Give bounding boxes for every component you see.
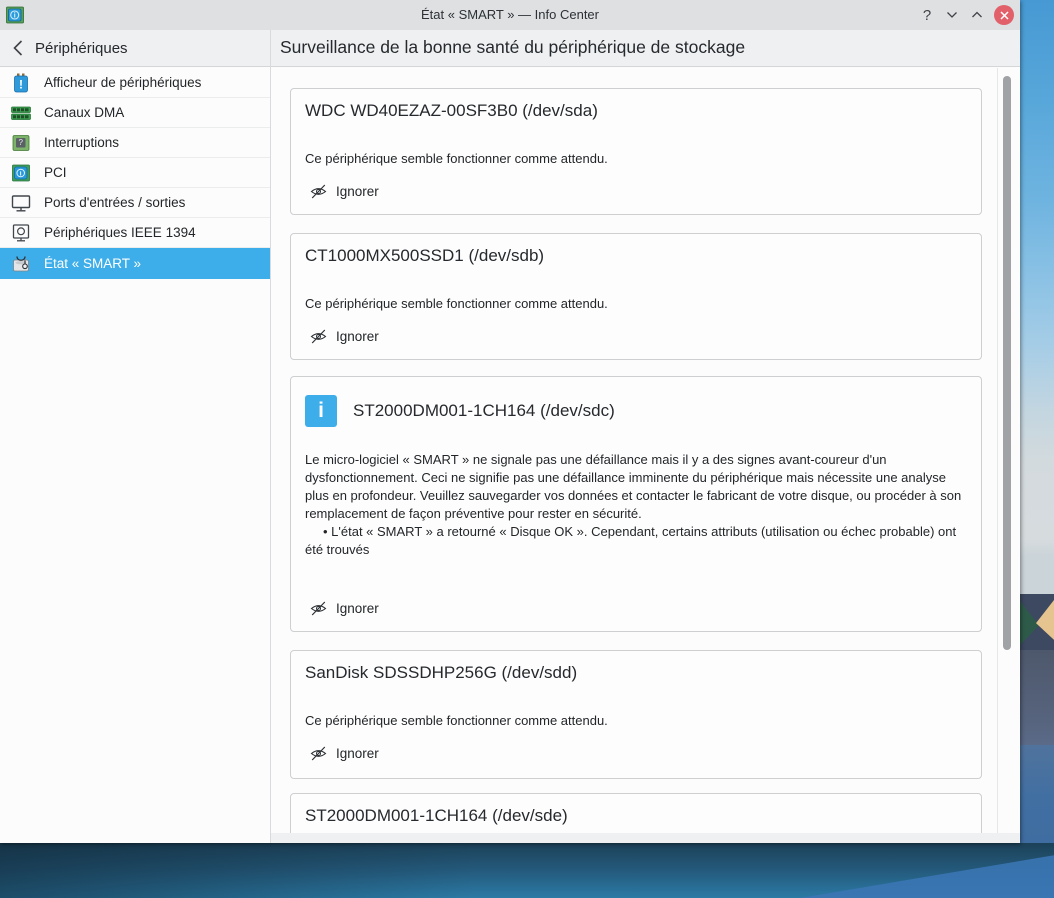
eye-off-icon xyxy=(310,184,327,199)
scrollbar-track xyxy=(997,68,998,833)
disk-title: SanDisk SDSSDHP256G (/dev/sdd) xyxy=(305,663,578,682)
info-icon: i xyxy=(305,395,337,427)
wallpaper-facet xyxy=(1019,650,1054,745)
ignore-label: Ignorer xyxy=(336,746,379,761)
device-viewer-icon: ! xyxy=(10,72,32,94)
sidebar-item-label: État « SMART » xyxy=(44,256,142,271)
desktop: i État « SMART » — Info Center ? Périphé… xyxy=(0,0,1054,898)
ignore-button[interactable]: Ignorer xyxy=(305,325,383,348)
info-center-window: i État « SMART » — Info Center ? Périphé… xyxy=(0,0,1020,843)
ignore-button[interactable]: Ignorer xyxy=(305,742,383,765)
pci-icon: i xyxy=(10,162,32,184)
sidebar-item-smart-status[interactable]: État « SMART » xyxy=(0,248,270,279)
sidebar-item-device-viewer[interactable]: ! Afficheur de périphériques xyxy=(0,68,270,98)
sidebar-item-io-ports[interactable]: Ports d'entrées / sorties xyxy=(0,188,270,218)
ignore-label: Ignorer xyxy=(336,329,379,344)
ignore-button[interactable]: Ignorer xyxy=(305,597,383,620)
interrupts-icon: ? xyxy=(10,132,32,154)
ignore-button[interactable]: Ignorer xyxy=(305,180,383,203)
scrollbar-handle[interactable] xyxy=(1003,76,1011,650)
disk-title: ST2000DM001-1CH164 (/dev/sde) xyxy=(305,806,568,825)
maximize-button[interactable] xyxy=(969,7,985,23)
ignore-label: Ignorer xyxy=(336,601,379,616)
disk-title: ST2000DM001-1CH164 (/dev/sdc) xyxy=(353,401,615,420)
disk-warning-bullet: • L'état « SMART » a retourné « Disque O… xyxy=(305,524,957,557)
io-ports-icon xyxy=(10,192,32,214)
sidebar-item-dma-channels[interactable]: Canaux DMA xyxy=(0,98,270,128)
window-title: État « SMART » — Info Center xyxy=(421,7,599,22)
chevron-left-icon xyxy=(13,40,23,56)
disk-title: CT1000MX500SSD1 (/dev/sdb) xyxy=(305,246,545,265)
sidebar-item-label: Canaux DMA xyxy=(44,105,125,120)
sidebar-item-interrupts[interactable]: ? Interruptions xyxy=(0,128,270,158)
disk-card-sdb: CT1000MX500SSD1 (/dev/sdb) Ce périphériq… xyxy=(290,233,982,360)
sidebar-item-pci[interactable]: i PCI xyxy=(0,158,270,188)
disk-warning-text: Le micro-logiciel « SMART » ne signale p… xyxy=(305,452,962,521)
disk-title: WDC WD40EZAZ-00SF3B0 (/dev/sda) xyxy=(305,101,598,120)
disk-card-sdc: i ST2000DM001-1CH164 (/dev/sdc) Le micro… xyxy=(290,376,982,632)
sidebar-item-label: Interruptions xyxy=(44,135,120,150)
close-button[interactable] xyxy=(994,5,1014,25)
svg-text:!: ! xyxy=(19,77,23,91)
sidebar: ! Afficheur de périphériques Canaux DMA xyxy=(0,68,270,843)
ignore-label: Ignorer xyxy=(336,184,379,199)
minimize-button[interactable] xyxy=(944,7,960,23)
sidebar-item-label: Périphériques IEEE 1394 xyxy=(44,225,196,240)
page-title: Surveillance de la bonne santé du périph… xyxy=(280,37,746,57)
sidebar-item-ieee1394[interactable]: Périphériques IEEE 1394 xyxy=(0,218,270,248)
sidebar-item-label: Afficheur de périphériques xyxy=(44,75,202,90)
eye-off-icon xyxy=(310,601,327,616)
back-label: Périphériques xyxy=(35,39,128,57)
help-button[interactable]: ? xyxy=(919,7,935,24)
titlebar[interactable]: i État « SMART » — Info Center ? xyxy=(0,0,1020,30)
sidebar-item-label: Ports d'entrées / sorties xyxy=(44,195,186,210)
smart-status-icon xyxy=(10,253,32,275)
window-frame-strip xyxy=(271,833,1020,843)
svg-text:i: i xyxy=(20,170,22,177)
smart-status-panel: WDC WD40EZAZ-00SF3B0 (/dev/sda) Ce périp… xyxy=(271,68,1020,833)
disk-status-text: Ce périphérique semble fonctionner comme… xyxy=(305,296,608,311)
dma-channels-icon xyxy=(10,102,32,124)
wallpaper-facet xyxy=(1019,745,1054,843)
eye-off-icon xyxy=(310,329,327,344)
svg-text:?: ? xyxy=(18,138,23,147)
back-button[interactable]: Périphériques xyxy=(12,39,128,57)
disk-status-text: Ce périphérique semble fonctionner comme… xyxy=(305,713,608,728)
ieee1394-icon xyxy=(10,222,32,244)
disk-card-sdd: SanDisk SDSSDHP256G (/dev/sdd) Ce périph… xyxy=(290,650,982,779)
eye-off-icon xyxy=(310,746,327,761)
sidebar-item-label: PCI xyxy=(44,165,67,180)
disk-card-sda: WDC WD40EZAZ-00SF3B0 (/dev/sda) Ce périp… xyxy=(290,88,982,215)
disk-status-text: Ce périphérique semble fonctionner comme… xyxy=(305,151,608,166)
disk-card-sde: ST2000DM001-1CH164 (/dev/sde) xyxy=(290,793,982,833)
header-row: Périphériques Surveillance de la bonne s… xyxy=(0,30,1020,67)
